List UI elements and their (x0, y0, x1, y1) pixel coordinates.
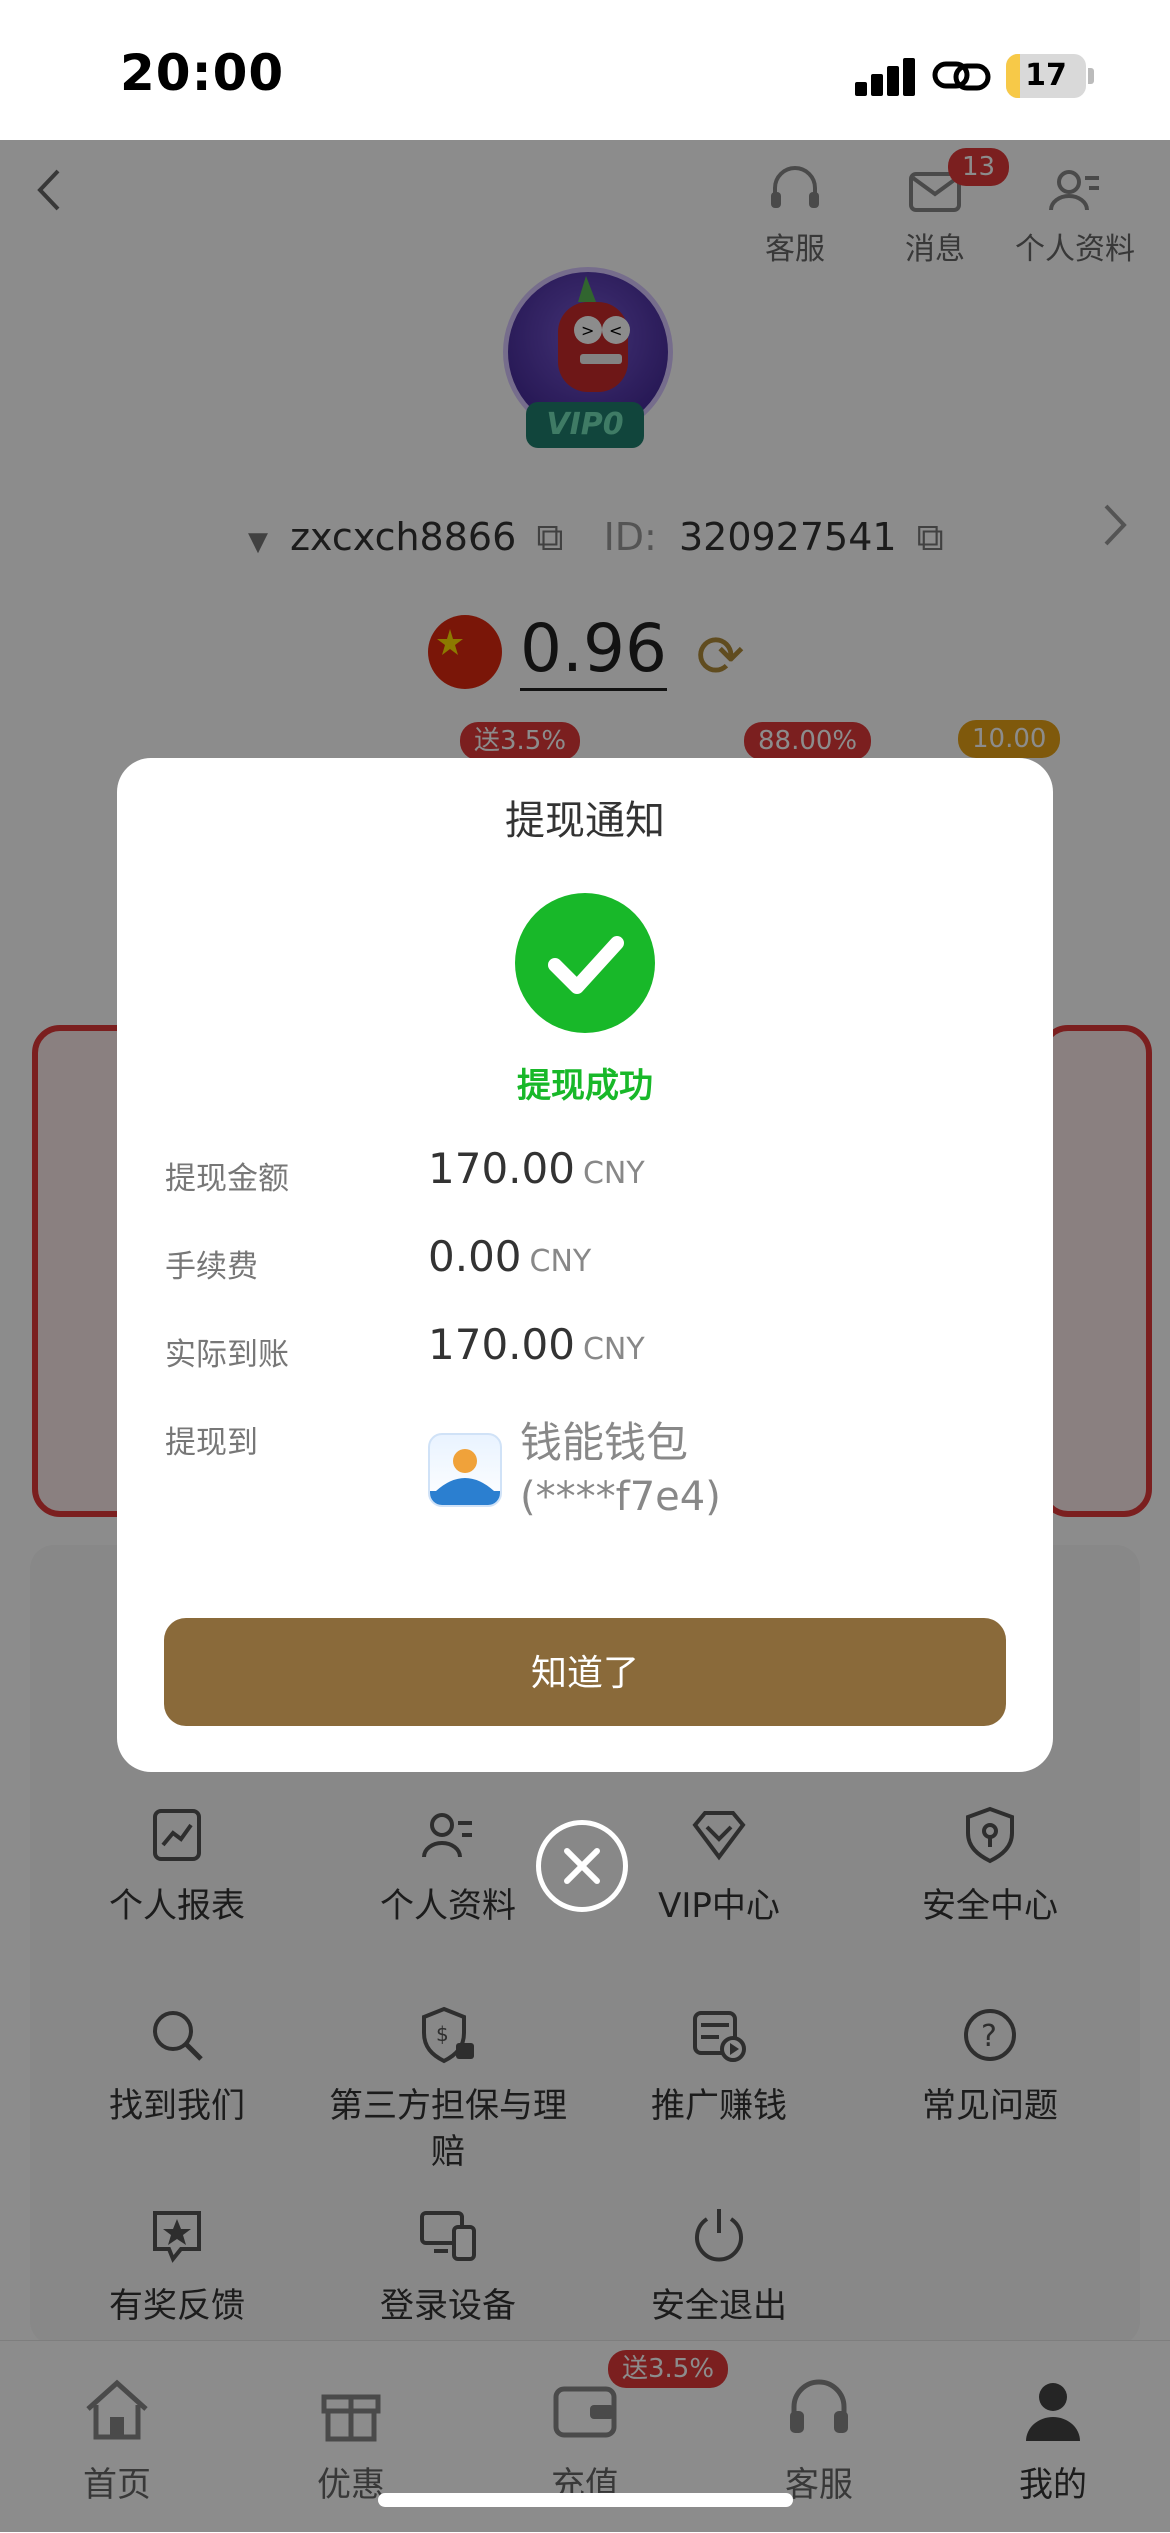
wallet-app-icon (428, 1433, 502, 1507)
fee-label: 手续费 (165, 1249, 258, 1285)
received-value: 170.00 (428, 1320, 575, 1369)
battery-cap (1088, 68, 1094, 84)
success-check-icon (515, 893, 655, 1033)
fee-unit: CNY (529, 1244, 592, 1279)
close-dialog-button[interactable] (536, 1820, 628, 1912)
amount-value: 170.00 (428, 1144, 575, 1193)
close-icon (564, 1848, 600, 1884)
link-icon (932, 61, 991, 91)
received-label: 实际到账 (165, 1337, 289, 1373)
status-bar: 20:00 17 (0, 0, 1170, 140)
received-unit: CNY (582, 1332, 645, 1367)
success-status: 提现成功 (517, 1066, 653, 1106)
amount-value-row: 170.00 CNY (428, 1144, 645, 1193)
wallet-name: 钱能钱包 (520, 1418, 689, 1467)
wallet-address: (****f7e4) (520, 1474, 721, 1520)
received-value-row: 170.00 CNY (428, 1320, 645, 1369)
battery-level: 17 (1025, 58, 1067, 93)
fee-value: 0.00 (428, 1232, 522, 1281)
withdrawal-notice-dialog: 提现通知 提现成功 提现金额 170.00 CNY 手续费 0.00 CNY 实际到… (117, 758, 1053, 1772)
battery-icon: 17 (1006, 54, 1086, 98)
confirm-button[interactable]: 知道了 (164, 1618, 1006, 1726)
status-time: 20:00 (120, 44, 285, 102)
amount-label: 提现金额 (165, 1161, 289, 1197)
home-indicator (378, 2493, 793, 2507)
dialog-title: 提现通知 (505, 798, 665, 844)
destination-label: 提现到 (165, 1425, 258, 1461)
amount-unit: CNY (582, 1156, 645, 1191)
signal-icon (855, 56, 915, 96)
fee-value-row: 0.00 CNY (428, 1232, 591, 1281)
